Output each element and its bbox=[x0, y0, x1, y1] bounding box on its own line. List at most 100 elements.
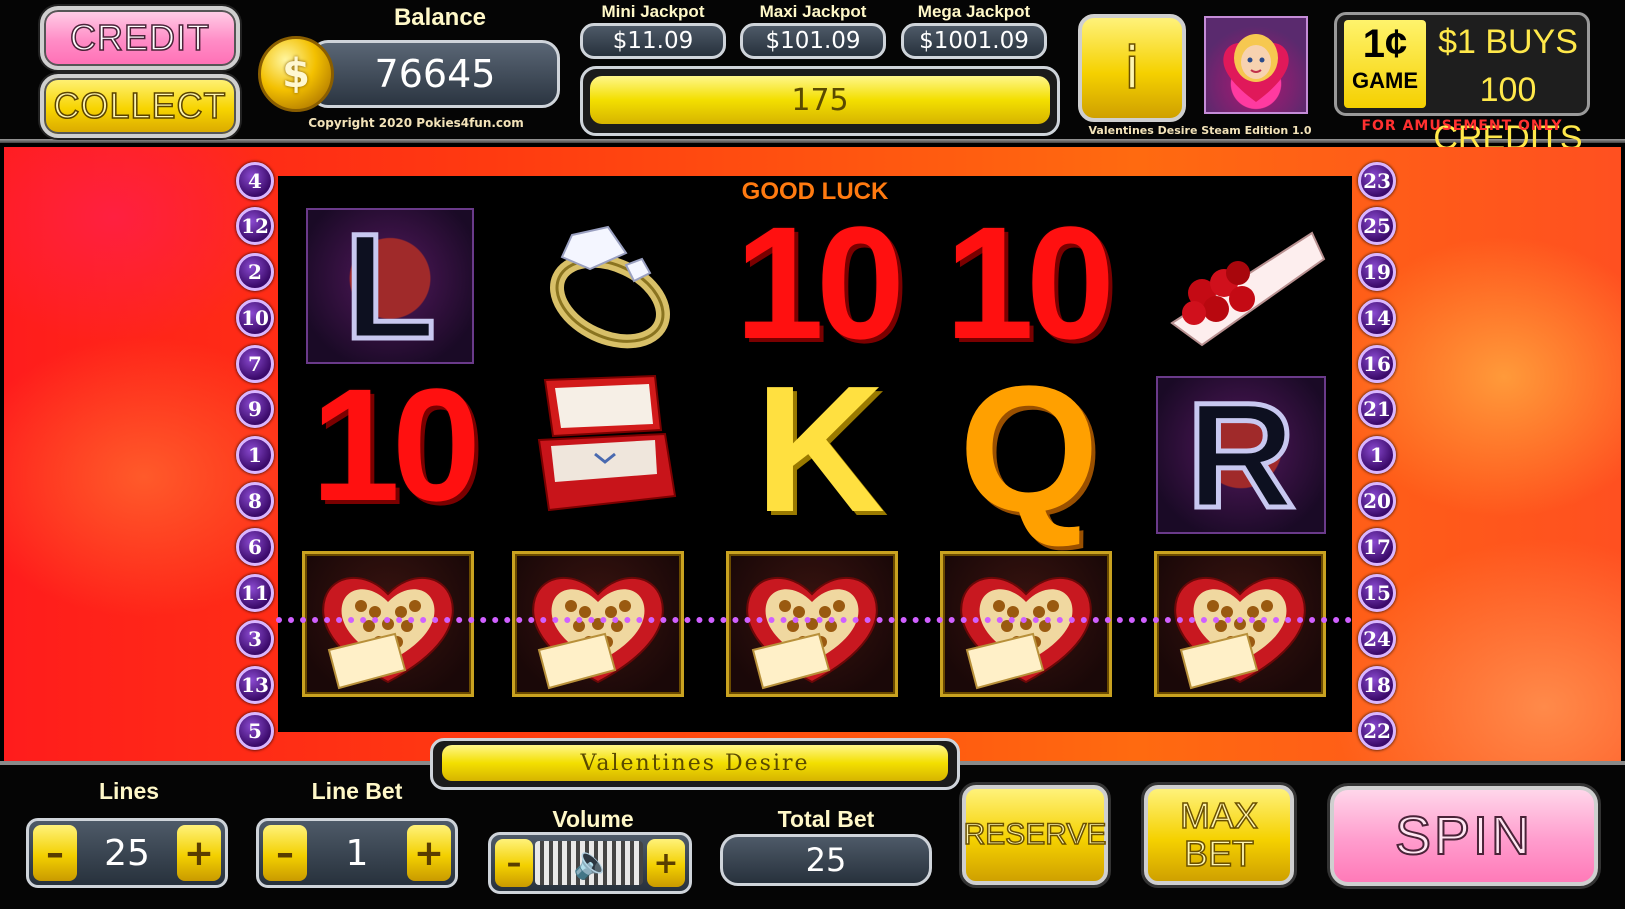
mini-jackpot-label: Mini Jackpot bbox=[601, 2, 705, 21]
total-bet-value: 25 bbox=[720, 834, 932, 886]
ten-icon: 10 bbox=[724, 203, 908, 363]
winning-payline bbox=[276, 617, 1352, 623]
volume-increase-button[interactable]: + bbox=[647, 839, 685, 887]
speaker-icon: 🔈 bbox=[573, 843, 613, 881]
line-marker-right[interactable]: 24 bbox=[1358, 620, 1396, 658]
chocolate-box-icon bbox=[1154, 551, 1326, 697]
chocolate-box-graphic bbox=[322, 577, 454, 690]
valentine-girl-avatar-icon bbox=[1204, 16, 1308, 114]
king-text: K bbox=[755, 349, 885, 550]
volume-control: – 🔈 + bbox=[488, 832, 692, 894]
avatar-face-icon bbox=[1223, 34, 1289, 102]
line-marker-right[interactable]: 22 bbox=[1358, 712, 1396, 750]
line-bet-label: Line Bet bbox=[311, 778, 403, 804]
collect-button[interactable]: COLLECT bbox=[40, 74, 240, 138]
maxi-jackpot-value: $101.09 bbox=[740, 23, 886, 59]
edition-text: Valentines Desire Steam Edition 1.0 bbox=[1088, 124, 1312, 137]
line-marker-right[interactable]: 17 bbox=[1358, 528, 1396, 566]
maxi-jackpot-label: Maxi Jackpot bbox=[759, 2, 867, 21]
rose-bouquet-icon bbox=[1160, 208, 1332, 358]
balance-value: 76645 bbox=[310, 40, 560, 108]
line-marker-right[interactable]: 20 bbox=[1358, 482, 1396, 520]
queen-icon: Q bbox=[944, 360, 1114, 540]
letter-L-text: L bbox=[342, 199, 439, 372]
ten-icon: 10 bbox=[934, 203, 1118, 363]
line-bet-stepper: – 1 + bbox=[256, 818, 458, 888]
mini-jackpot-value: $11.09 bbox=[580, 23, 726, 59]
lines-stepper: – 25 + bbox=[26, 818, 228, 888]
line-marker-right[interactable]: 1 bbox=[1358, 436, 1396, 474]
amusement-notice: FOR AMUSEMENT ONLY bbox=[1361, 118, 1563, 134]
chocolate-box-graphic bbox=[960, 577, 1092, 690]
line-marker-left[interactable]: 4 bbox=[236, 162, 274, 200]
chocolate-box-icon bbox=[940, 551, 1112, 697]
game-word: GAME bbox=[1352, 68, 1418, 93]
line-marker-left[interactable]: 13 bbox=[236, 666, 274, 704]
chocolate-box-icon bbox=[302, 551, 474, 697]
mega-jackpot-label: Mega Jackpot bbox=[917, 2, 1031, 21]
line-marker-right[interactable]: 14 bbox=[1358, 299, 1396, 337]
line-marker-right[interactable]: 23 bbox=[1358, 162, 1396, 200]
letter-R-text: R bbox=[1184, 368, 1297, 541]
line-marker-left[interactable]: 7 bbox=[236, 345, 274, 383]
ten-text: 10 bbox=[945, 193, 1115, 372]
chocolate-box-graphic bbox=[1174, 577, 1306, 690]
spin-button[interactable]: SPIN bbox=[1330, 786, 1598, 886]
win-meter: 175 bbox=[590, 76, 1050, 124]
line-marker-right[interactable]: 15 bbox=[1358, 574, 1396, 612]
lines-value: 25 bbox=[104, 832, 150, 874]
line-marker-left[interactable]: 10 bbox=[236, 299, 274, 337]
ten-text: 10 bbox=[311, 355, 481, 534]
lines-label: Lines bbox=[98, 778, 160, 804]
line-marker-left[interactable]: 1 bbox=[236, 436, 274, 474]
buys-credits-text: $1 BUYS 100 CREDITS bbox=[1432, 18, 1584, 162]
line-marker-left[interactable]: 9 bbox=[236, 390, 274, 428]
mega-jackpot-value: $1001.09 bbox=[901, 23, 1047, 59]
line-bet-increase-button[interactable]: + bbox=[407, 825, 451, 881]
top-divider bbox=[0, 139, 1625, 143]
line-marker-left[interactable]: 5 bbox=[236, 712, 274, 750]
queen-text: Q bbox=[958, 349, 1099, 550]
ring-box-icon bbox=[520, 370, 690, 520]
max-bet-line-2: BET bbox=[1183, 833, 1255, 874]
total-bet-label: Total Bet bbox=[777, 806, 875, 832]
line-bet-decrease-button[interactable]: – bbox=[263, 825, 307, 881]
max-bet-line-1: MAX bbox=[1179, 795, 1259, 836]
cent-value: 1¢ bbox=[1362, 22, 1408, 66]
lines-increase-button[interactable]: + bbox=[177, 825, 221, 881]
copyright-text: Copyright 2020 Pokies4fun.com bbox=[308, 116, 524, 130]
line-marker-left[interactable]: 6 bbox=[236, 528, 274, 566]
ten-icon: 10 bbox=[306, 365, 481, 525]
credit-button[interactable]: CREDIT bbox=[40, 6, 240, 70]
letter-R-icon: R bbox=[1156, 368, 1326, 541]
line-marker-left[interactable]: 2 bbox=[236, 253, 274, 291]
reserve-button[interactable]: RESERVE bbox=[962, 785, 1108, 885]
max-bet-button[interactable]: MAX BET bbox=[1144, 785, 1294, 885]
line-marker-right[interactable]: 25 bbox=[1358, 207, 1396, 245]
buys-line-1: $1 BUYS bbox=[1438, 23, 1578, 61]
chocolate-box-icon bbox=[512, 551, 684, 697]
line-marker-left[interactable]: 11 bbox=[236, 574, 274, 612]
lines-decrease-button[interactable]: – bbox=[33, 825, 77, 881]
volume-label: Volume bbox=[552, 806, 634, 832]
line-bet-value: 1 bbox=[345, 832, 369, 874]
balance-label: Balance bbox=[393, 4, 487, 31]
line-marker-right[interactable]: 21 bbox=[1358, 390, 1396, 428]
cent-game-badge: 1¢ GAME bbox=[1344, 20, 1426, 108]
line-marker-right[interactable]: 18 bbox=[1358, 666, 1396, 704]
chocolate-box-icon bbox=[726, 551, 898, 697]
line-marker-right[interactable]: 19 bbox=[1358, 253, 1396, 291]
ten-text: 10 bbox=[735, 193, 905, 372]
line-marker-left[interactable]: 12 bbox=[236, 207, 274, 245]
diamond-ring-icon bbox=[520, 208, 690, 358]
volume-decrease-button[interactable]: – bbox=[495, 839, 533, 887]
chocolate-box-graphic bbox=[532, 577, 664, 690]
line-marker-left[interactable]: 3 bbox=[236, 620, 274, 658]
line-marker-left[interactable]: 8 bbox=[236, 482, 274, 520]
letter-L-icon: L bbox=[306, 199, 474, 372]
coin-icon: $ bbox=[258, 36, 334, 112]
game-title: Valentines Desire bbox=[442, 745, 948, 781]
line-marker-right[interactable]: 16 bbox=[1358, 345, 1396, 383]
info-button[interactable]: i bbox=[1078, 14, 1186, 122]
chocolate-box-graphic bbox=[746, 577, 878, 690]
